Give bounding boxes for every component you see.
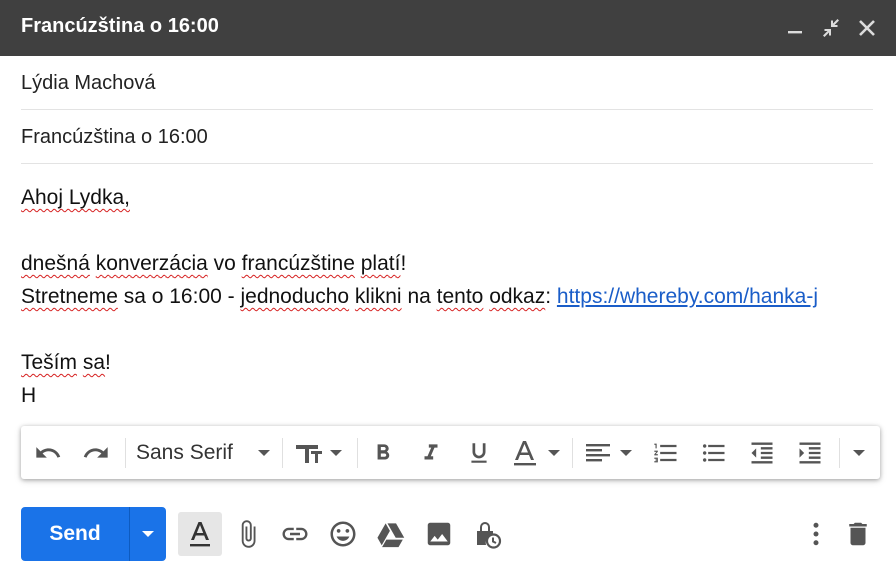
schedule-send-chevron-icon[interactable] [130,507,166,561]
discard-icon[interactable] [836,512,880,556]
meeting-link[interactable]: https://whereby.com/hanka-j [557,285,818,308]
exit-fullscreen-icon[interactable] [818,15,844,41]
font-family-dropdown[interactable]: Sans Serif [136,441,233,465]
underline-icon[interactable] [463,436,495,470]
body-line-closing: Teším sa! [21,351,111,374]
italic-icon[interactable] [415,436,447,470]
bold-icon[interactable] [367,436,399,470]
formatting-options-icon[interactable] [178,512,222,556]
minimize-icon[interactable] [782,15,808,41]
body-line-greeting: Ahoj Lydka, [21,186,130,209]
font-family-chevron-icon[interactable] [255,436,273,470]
send-button-label[interactable]: Send [21,507,129,561]
bulleted-list-icon[interactable] [697,436,731,470]
body-line-3: Stretneme sa o 16:00 - jednoducho klikni… [21,285,818,308]
redo-icon[interactable] [77,436,115,470]
indent-less-icon[interactable] [745,436,779,470]
emoji-icon[interactable] [321,512,365,556]
undo-icon[interactable] [29,436,67,470]
compose-titlebar: Francúzština o 16:00 [0,0,896,56]
body-line-blank-1 [21,214,881,247]
more-options-icon[interactable] [794,512,838,556]
text-color-icon[interactable] [509,436,563,470]
photo-icon[interactable] [417,512,461,556]
body-line-blank-2 [21,313,881,346]
numbered-list-icon[interactable] [649,436,683,470]
body-line-signature: H [21,384,37,407]
drive-icon[interactable] [369,512,413,556]
recipients-field[interactable]: Lýdia Machová [21,56,873,110]
subject-field[interactable]: Francúzština o 16:00 [21,110,873,164]
body-line-2: dnešná konverzácia vo francúzštine platí… [21,252,407,275]
send-button[interactable]: Send [21,507,166,561]
confidential-mode-icon[interactable] [465,512,509,556]
attach-icon[interactable] [226,512,270,556]
subject-text: Francúzština o 16:00 [21,126,208,148]
window-title: Francúzština o 16:00 [21,15,219,37]
formatting-toolbar: Sans Serif [21,426,880,479]
more-formatting-icon[interactable] [847,436,871,470]
font-size-icon[interactable] [293,436,347,470]
recipient-name: Lýdia Machová [21,72,156,94]
indent-more-icon[interactable] [793,436,827,470]
align-icon[interactable] [581,436,637,470]
close-icon[interactable] [854,15,880,41]
message-body[interactable]: Ahoj Lydka, dnešná konverzácia vo francú… [21,181,881,412]
link-icon[interactable] [273,512,317,556]
